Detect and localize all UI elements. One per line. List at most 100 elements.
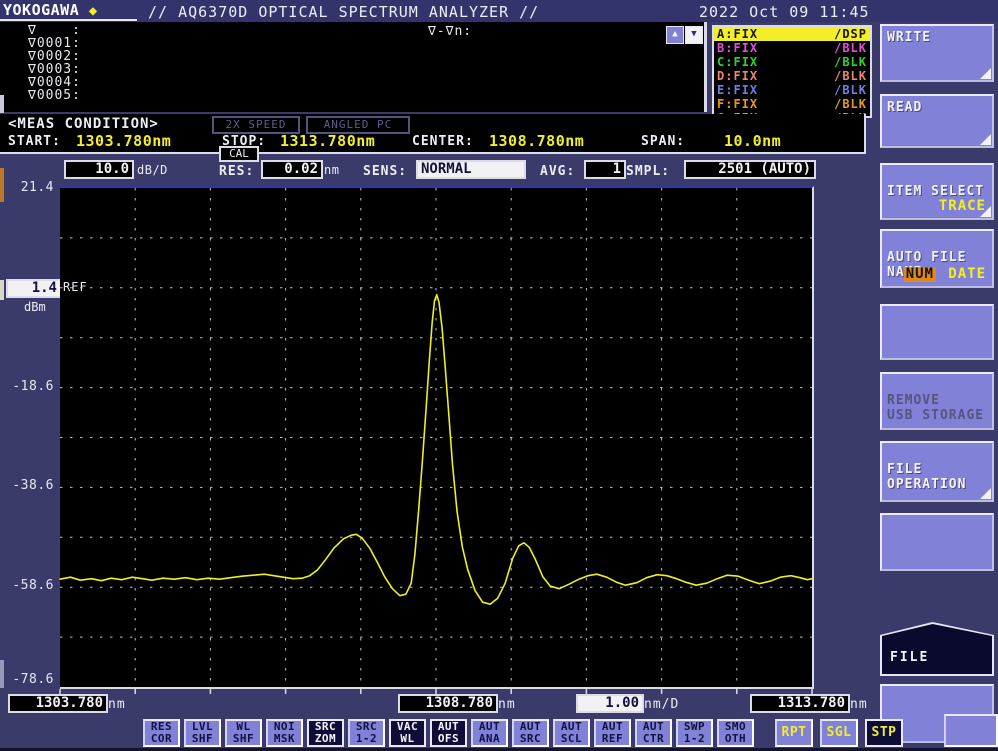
ref-level-value[interactable]: 1.4	[6, 279, 62, 298]
write-label: WRITE	[887, 30, 931, 45]
x-stop-unit: nm	[850, 697, 868, 712]
trace-row-c[interactable]: C:FIX/BLK	[714, 55, 870, 69]
meas-condition-title: <MEAS CONDITION>	[8, 116, 159, 132]
toolbar-smo-oth-button[interactable]: SMOOTH	[717, 719, 754, 747]
osa-screen: YOKOGAWA ◆ // AQ6370D OPTICAL SPECTRUM A…	[0, 0, 998, 751]
auto-file-name-button[interactable]: AUTO FILE NAME NUM DATE	[880, 229, 994, 288]
file-operation-button[interactable]: FILE OPERATION	[880, 441, 994, 502]
trace-id: C:FIX	[717, 55, 758, 69]
title-bar: YOKOGAWA ◆ // AQ6370D OPTICAL SPECTRUM A…	[0, 0, 998, 22]
trace-id: D:FIX	[717, 69, 758, 83]
bezel-marker	[0, 168, 4, 202]
ref-line-marker: REF	[63, 280, 88, 294]
ref-level-unit: dBm	[24, 300, 46, 314]
smpl-value[interactable]: 2501 (AUTO)	[684, 160, 816, 179]
write-button[interactable]: WRITE	[880, 24, 994, 82]
res-label: RES:	[219, 164, 254, 179]
bezel-marker	[0, 660, 4, 688]
res-value[interactable]: 0.02	[261, 160, 323, 179]
file-row[interactable]: ∇0005:	[28, 89, 81, 102]
res-unit: nm	[324, 163, 339, 177]
y-axis-label: -78.6	[0, 672, 54, 687]
trace-status: /BLK	[834, 41, 867, 55]
toolbar-aut-ctr-button[interactable]: AUTCTR	[635, 719, 672, 747]
trace-row-f[interactable]: F:FIX/BLK	[714, 97, 870, 111]
range-label: ∇-∇n:	[428, 24, 472, 39]
datetime: 2022 Oct 09 11:45	[699, 3, 870, 21]
y-axis-label: -58.6	[0, 578, 54, 593]
trace-status: /BLK	[834, 83, 867, 97]
toolbar-lvl-shf-button[interactable]: LVLSHF	[184, 719, 221, 747]
sens-label: SENS:	[363, 164, 407, 179]
trace-row-d[interactable]: D:FIX/BLK	[714, 69, 870, 83]
trace-id: F:FIX	[717, 97, 758, 111]
x-scale-value[interactable]: 1.00	[576, 694, 644, 713]
function-toolbar: RESCOR LVLSHF WLSHF NOIMSK SRCZOM SRC1-2…	[143, 719, 754, 747]
toolbar-aut-scl-button[interactable]: AUTSCL	[553, 719, 590, 747]
db-per-div-value[interactable]: 10.0	[64, 160, 134, 179]
remove-usb-storage-label: REMOVE USB STORAGE	[887, 393, 984, 423]
trace-status: /BLK	[834, 55, 867, 69]
y-axis-label: -38.6	[0, 478, 54, 493]
file-menu-tab[interactable]: FILE	[880, 622, 994, 676]
sweep-repeat-button[interactable]: RPT	[775, 719, 813, 747]
stop-value: 1313.780nm	[280, 132, 375, 150]
corner-blank-key	[944, 714, 998, 747]
remove-usb-storage-button: REMOVE USB STORAGE	[880, 372, 994, 430]
auto-file-date-option[interactable]: DATE	[948, 267, 986, 282]
toolbar-swp-1-2-button[interactable]: SWP1-2	[676, 719, 713, 747]
y-axis-label-top: 21.4	[0, 180, 54, 195]
item-select-button[interactable]: ITEM SELECT TRACE	[880, 163, 994, 220]
trace-row-e[interactable]: E:FIX/BLK	[714, 83, 870, 97]
read-label: READ	[887, 100, 922, 115]
trace-status: /BLK	[834, 97, 867, 111]
sens-value[interactable]: NORMAL	[416, 160, 526, 179]
toolbar-aut-ofs-button[interactable]: AUTOFS	[430, 719, 467, 747]
trace-row-b[interactable]: B:FIX/BLK	[714, 41, 870, 55]
toolbar-aut-ref-button[interactable]: AUTREF	[594, 719, 631, 747]
x-start-value[interactable]: 1303.780	[8, 694, 108, 713]
db-per-div-unit: dB/D	[137, 163, 168, 177]
scroll-down-button[interactable]: ▼	[685, 26, 703, 44]
trace-row-a[interactable]: A:FIX/DSP	[714, 27, 870, 41]
spectrum-plot[interactable]: REF	[60, 186, 814, 689]
start-value: 1303.780nm	[76, 132, 171, 150]
sweep-stop-button[interactable]: STP	[865, 719, 903, 747]
soft-key-blank-1	[880, 304, 994, 360]
toolbar-wl-shf-button[interactable]: WLSHF	[225, 719, 262, 747]
toolbar-aut-src-button[interactable]: AUTSRC	[512, 719, 549, 747]
scroll-up-button[interactable]: ▲	[666, 26, 684, 44]
x-scale-unit: nm/D	[644, 697, 679, 712]
yokogawa-logo: YOKOGAWA ◆	[3, 1, 98, 19]
span-value: 10.0nm	[724, 132, 781, 150]
start-label: START:	[8, 134, 61, 149]
logo-underline	[0, 19, 137, 21]
toolbar-src-1-2-button[interactable]: SRC1-2	[348, 719, 385, 747]
brand-text: YOKOGAWA	[3, 1, 79, 19]
avg-value[interactable]: 1	[584, 160, 626, 179]
page-title: // AQ6370D OPTICAL SPECTRUM ANALYZER //	[148, 3, 539, 21]
read-button[interactable]: READ	[880, 94, 994, 148]
toolbar-aut-ana-button[interactable]: AUTANA	[471, 719, 508, 747]
trace-id: E:FIX	[717, 83, 758, 97]
x-center-unit: nm	[498, 697, 516, 712]
trace-status: /DSP	[834, 27, 867, 41]
x-start-unit: nm	[108, 697, 126, 712]
sweep-single-button[interactable]: SGL	[820, 719, 858, 747]
x-stop-value[interactable]: 1313.780	[750, 694, 850, 713]
bezel-marker	[0, 95, 4, 113]
smpl-label: SMPL:	[626, 164, 670, 179]
sweep-control-bar: RPT SGL STP	[775, 719, 903, 747]
cal-badge: CAL	[219, 146, 259, 162]
toolbar-res-cor-button[interactable]: RESCOR	[143, 719, 180, 747]
center-label: CENTER:	[412, 134, 474, 149]
file-menu-tab-face: FILE	[882, 624, 992, 674]
toolbar-src-zom-button[interactable]: SRCZOM	[307, 719, 344, 747]
file-operation-label: FILE OPERATION	[887, 462, 966, 492]
auto-file-num-option[interactable]: NUM	[904, 267, 936, 282]
trace-status-panel: A:FIX/DSP B:FIX/BLK C:FIX/BLK D:FIX/BLK …	[712, 25, 872, 118]
toolbar-vac-wl-button[interactable]: VACWL	[389, 719, 426, 747]
item-select-value: TRACE	[939, 199, 986, 214]
toolbar-noi-msk-button[interactable]: NOIMSK	[266, 719, 303, 747]
x-center-value[interactable]: 1308.780	[398, 694, 498, 713]
